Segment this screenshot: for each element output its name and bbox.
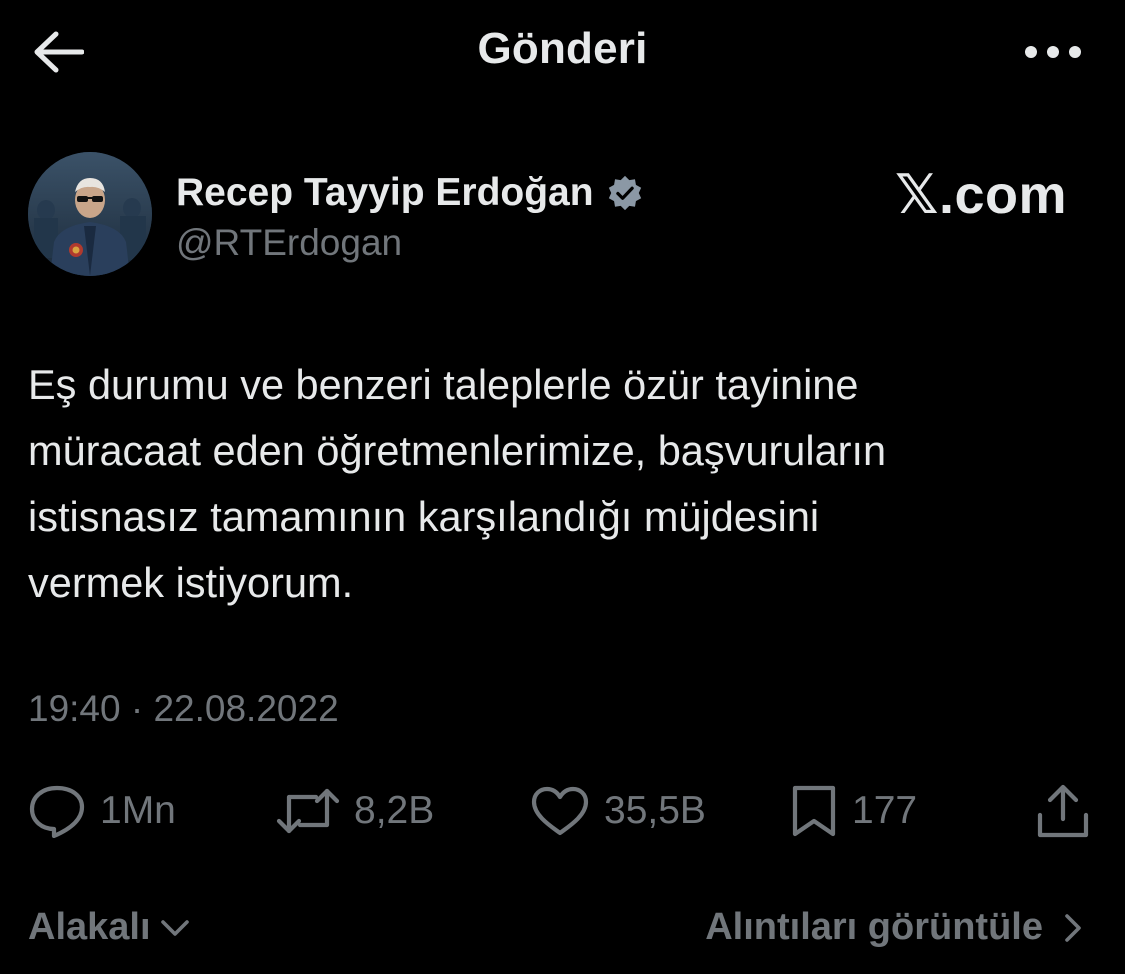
page-title: Gönderi (477, 24, 648, 73)
bookmark-icon (792, 785, 836, 837)
more-horizontal-icon (1025, 46, 1081, 58)
tweet-actions: 1Mn 8,2B 35,5B 177 (28, 778, 1098, 844)
top-bar: Gönderi (0, 0, 1125, 104)
more-button[interactable] (1017, 30, 1089, 74)
avatar-image (28, 152, 152, 276)
tweet-text-line: müracaat eden öğretmenlerimize, başvurul… (28, 427, 887, 474)
tweet-text: Eş durumu ve benzeri taleplerle özür tay… (28, 352, 1088, 616)
share-button[interactable] (1036, 778, 1090, 844)
chevron-right-icon (1065, 913, 1081, 942)
watermark-text: 𝕏.com (894, 164, 1067, 225)
like-count: 35,5B (604, 789, 706, 832)
avatar[interactable] (28, 152, 152, 276)
bookmark-button[interactable]: 177 (790, 778, 917, 844)
author-name[interactable]: Recep Tayyip Erdoğan (176, 171, 594, 215)
tweet-text-line: Eş durumu ve benzeri taleplerle özür tay… (28, 361, 859, 408)
related-dropdown[interactable]: Alakalı (28, 906, 193, 949)
retweet-icon (276, 788, 340, 834)
view-quotes-link[interactable]: Alıntıları görüntüle (705, 906, 1087, 949)
reply-button[interactable]: 1Mn (28, 778, 176, 844)
like-button[interactable]: 35,5B (530, 778, 706, 844)
tweet-text-line: istisnasız tamamının karşılandığı müjdes… (28, 493, 820, 540)
reply-icon (29, 785, 85, 838)
tweet-text-line: vermek istiyorum. (28, 559, 354, 606)
author-handle[interactable]: @RTErdogan (176, 222, 402, 264)
retweet-button[interactable]: 8,2B (276, 778, 434, 844)
retweet-count: 8,2B (354, 789, 435, 832)
x-com-watermark: 𝕏.com (894, 164, 1067, 225)
view-quotes-label: Alıntıları görüntüle (705, 906, 1043, 948)
heart-icon (531, 786, 589, 836)
chevron-down-icon (160, 919, 189, 936)
bookmark-count: 177 (852, 789, 918, 832)
verified-badge-icon (608, 175, 641, 211)
tweet-timestamp[interactable]: 19:40 · 22.08.2022 (28, 688, 339, 730)
related-label: Alakalı (28, 906, 151, 948)
reply-count: 1Mn (100, 789, 176, 832)
share-icon (1037, 784, 1089, 838)
